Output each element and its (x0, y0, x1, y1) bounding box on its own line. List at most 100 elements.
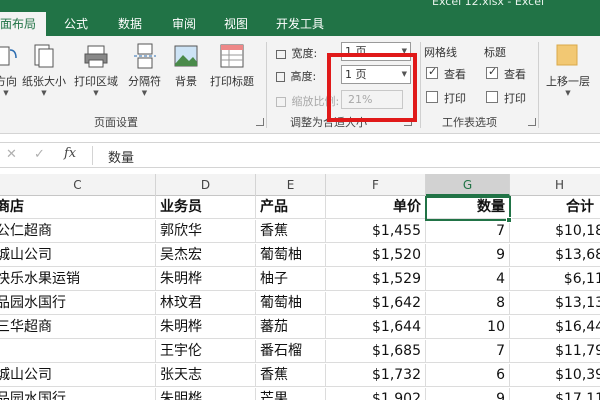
cell-price[interactable]: $1,529 (326, 268, 426, 291)
cell-product[interactable]: 番石榴 (256, 340, 326, 363)
chevron-down-icon: ▼ (3, 89, 9, 97)
scale-icon (276, 97, 286, 107)
print-area-button[interactable]: 打印区域 ▼ (74, 42, 118, 97)
cell-quantity[interactable]: 7 (426, 340, 510, 363)
cell-salesperson[interactable]: 朱明桦 (156, 388, 256, 400)
formula-input[interactable]: 数量 (108, 147, 134, 166)
cell-total[interactable]: $10,392 (510, 364, 600, 387)
cell-product[interactable]: 香蕉 (256, 364, 326, 387)
cell-quantity[interactable]: 9 (426, 388, 510, 400)
paper-size-button[interactable]: 纸张大小 ▼ (22, 42, 66, 97)
cell-price[interactable]: $1,902 (326, 388, 426, 400)
cell-product[interactable]: 柚子 (256, 268, 326, 291)
cell-store[interactable]: 城山公司 (0, 364, 156, 387)
orientation-icon (0, 46, 17, 66)
bring-forward-button[interactable]: 上移一层 ▼ (546, 42, 590, 97)
cell-total[interactable]: $10,185 (510, 220, 600, 243)
headings-print-checkbox[interactable] (486, 91, 498, 103)
tab-data[interactable]: 数据 (118, 12, 142, 36)
cell-product[interactable]: 芒果 (256, 388, 326, 400)
paper-size-label: 纸张大小 (22, 75, 66, 88)
cell-quantity[interactable]: 6 (426, 364, 510, 387)
cell-salesperson[interactable]: 朱明桦 (156, 268, 256, 291)
column-header-g[interactable]: G (426, 174, 510, 196)
fill-handle[interactable] (506, 217, 512, 223)
cell-store[interactable]: 城山公司 (0, 244, 156, 267)
table-row: 快乐水果运销朱明桦柚子$1,5294$6,116 (0, 268, 600, 291)
cell-price[interactable]: $1,644 (326, 316, 426, 339)
tab-formulas[interactable]: 公式 (64, 12, 88, 36)
print-area-label: 打印区域 (74, 75, 118, 88)
cell-store[interactable]: 快乐水果运销 (0, 268, 156, 291)
group-separator (538, 42, 539, 128)
cell-price[interactable]: $1,685 (326, 340, 426, 363)
width-icon (276, 49, 286, 59)
header-cell-price[interactable]: 单价 (326, 196, 426, 219)
cell-price[interactable]: $1,455 (326, 220, 426, 243)
column-header-d[interactable]: D (156, 174, 256, 196)
cell-total[interactable]: $11,795 (510, 340, 600, 363)
cell-product[interactable]: 蕃茄 (256, 316, 326, 339)
cell-total[interactable]: $13,680 (510, 244, 600, 267)
cell-quantity[interactable]: 9 (426, 244, 510, 267)
cell-quantity[interactable]: 4 (426, 268, 510, 291)
column-header-f[interactable]: F (326, 174, 426, 196)
window-title: Excel 12.xlsx - Excel (432, 0, 545, 8)
formula-bar: ✕ ✓ fx 数量 (0, 142, 600, 168)
cell-total[interactable]: $16,440 (510, 316, 600, 339)
cell-salesperson[interactable]: 郭欣华 (156, 220, 256, 243)
gridlines-view-checkbox[interactable] (426, 65, 438, 79)
page-setup-launcher-icon[interactable] (256, 118, 264, 126)
cell-store[interactable]: 品园水国行 (0, 388, 156, 400)
breaks-label: 分隔符 (128, 75, 161, 88)
header-cell-total[interactable]: 合计 (510, 196, 600, 219)
cell-salesperson[interactable]: 林玟君 (156, 292, 256, 315)
gridlines-print-checkbox[interactable] (426, 91, 438, 103)
paper-size-icon (34, 44, 54, 68)
cell-price[interactable]: $1,732 (326, 364, 426, 387)
cell-salesperson[interactable]: 朱明桦 (156, 316, 256, 339)
cell-product[interactable]: 葡萄柚 (256, 244, 326, 267)
cell-quantity[interactable]: 7 (426, 220, 510, 243)
tab-page-layout[interactable]: 面布局 (0, 12, 46, 36)
header-cell-salesperson[interactable]: 业务员 (156, 196, 256, 219)
cell-total[interactable]: $6,116 (510, 268, 600, 291)
tab-developer[interactable]: 开发工具 (276, 12, 324, 36)
cell-salesperson[interactable]: 张天志 (156, 364, 256, 387)
enter-icon[interactable]: ✓ (34, 147, 45, 162)
cell-price[interactable]: $1,520 (326, 244, 426, 267)
width-label: 宽度: (291, 47, 318, 60)
gridlines-view-label: 查看 (444, 68, 466, 81)
cell-total[interactable]: $13,136 (510, 292, 600, 315)
cell-store[interactable]: 三华超商 (0, 316, 156, 339)
headings-view-label: 查看 (504, 68, 526, 81)
column-header-e[interactable]: E (256, 174, 326, 196)
cell-total[interactable]: $17,118 (510, 388, 600, 400)
cell-salesperson[interactable]: 吴杰宏 (156, 244, 256, 267)
cell-quantity[interactable]: 10 (426, 316, 510, 339)
cell-price[interactable]: $1,642 (326, 292, 426, 315)
tab-view[interactable]: 视图 (224, 12, 248, 36)
orientation-button[interactable]: 方向 ▼ (0, 42, 20, 97)
cell-product[interactable]: 香蕉 (256, 220, 326, 243)
cell-store[interactable]: 公仁超商 (0, 220, 156, 243)
cell-store[interactable] (0, 340, 156, 363)
cell-store[interactable]: 品园水国行 (0, 292, 156, 315)
column-header-c[interactable]: C (0, 174, 156, 196)
cell-product[interactable]: 葡萄柚 (256, 292, 326, 315)
cell-quantity[interactable]: 8 (426, 292, 510, 315)
breaks-button[interactable]: 分隔符 ▼ (128, 42, 161, 97)
insert-function-icon[interactable]: fx (64, 146, 76, 161)
print-titles-button[interactable]: 打印标题 (210, 42, 254, 89)
table-row: 王宇伦番石榴$1,6857$11,795 (0, 340, 600, 363)
background-button[interactable]: 背景 (172, 42, 200, 89)
headings-view-checkbox[interactable] (486, 65, 498, 79)
header-cell-quantity[interactable]: 数量 (426, 196, 510, 219)
tab-review[interactable]: 审阅 (172, 12, 196, 36)
header-cell-product[interactable]: 产品 (256, 196, 326, 219)
column-header-h[interactable]: H (510, 174, 600, 196)
cancel-icon[interactable]: ✕ (6, 147, 17, 162)
sheet-options-launcher-icon[interactable] (528, 118, 536, 126)
cell-salesperson[interactable]: 王宇伦 (156, 340, 256, 363)
header-cell-store[interactable]: 商店 (0, 196, 156, 219)
